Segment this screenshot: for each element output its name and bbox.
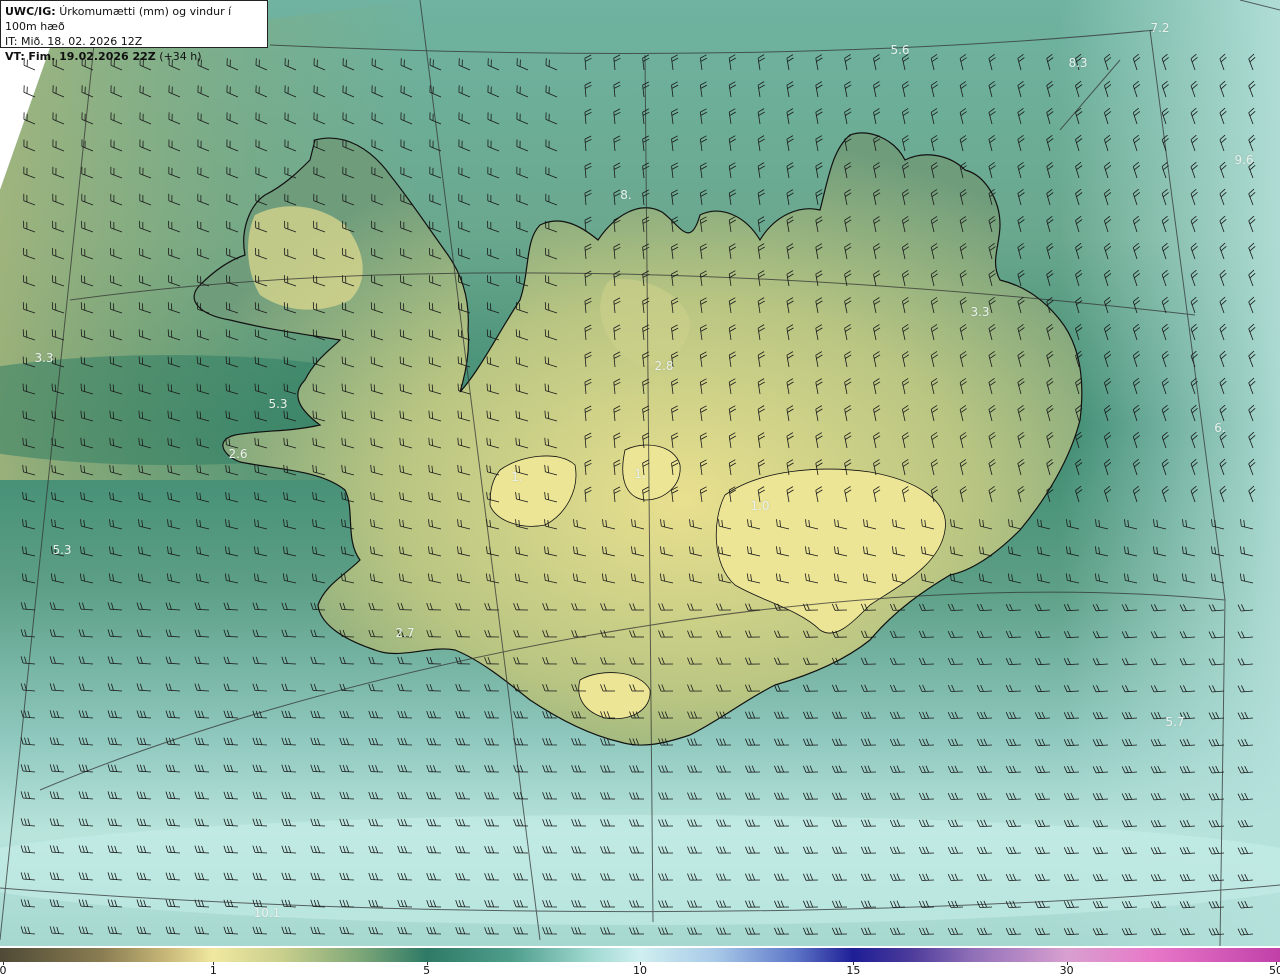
contour-label: 2.8: [654, 359, 674, 373]
contour-label: 1.: [634, 467, 646, 481]
contour-label: 3.3: [34, 351, 54, 365]
contour-label: 8.3: [1068, 56, 1088, 70]
colorbar: 0 1 5 10 15 30 50: [0, 946, 1280, 978]
valid-prefix: VT:: [5, 50, 25, 63]
header-line-3: VT: Fim. 19.02.2026 22Z (+34 h): [5, 49, 263, 64]
wind-barb: [23, 85, 36, 98]
info-box: UWC/IG: Úrkomumætti (mm) og vindur í 100…: [0, 0, 268, 63]
pale-band-south: [0, 815, 1280, 925]
contour-label: 8.: [620, 188, 632, 202]
contour-label: 2.6: [228, 447, 248, 461]
contour-label: 1.: [511, 470, 523, 484]
colorbar-tick-label: 1: [209, 964, 217, 977]
init-time: IT: Mið. 18. 02. 2026 12Z: [5, 35, 143, 48]
contour-label: 1.0: [750, 499, 770, 513]
colorbar-tick-label: 30: [1059, 964, 1074, 977]
colorbar-strip: [0, 948, 1280, 962]
contour-label: 5.7: [1165, 715, 1185, 729]
contour-label: 5.3: [52, 543, 72, 557]
colorbar-tick-label: 5: [423, 964, 431, 977]
east-field-shade: [1060, 0, 1280, 946]
contour-label: 7.2: [1150, 21, 1170, 35]
forecast-map: 5.6 7.2 8.3 9.6 8. 3.3 2.8 3.3 5.3 2.6 1. 1. 1.0 5.3 2…: [0, 0, 1280, 946]
colorbar-tick-label: 15: [846, 964, 861, 977]
contour-label: 10.1: [253, 906, 281, 920]
product-code: UWC/IG:: [5, 5, 56, 18]
contour-label: 3.3: [970, 305, 990, 319]
contour-label: 5.3: [268, 397, 288, 411]
contour-label: 2.7: [395, 626, 415, 640]
colorbar-tick-label: 10: [633, 964, 647, 977]
header-line-1: UWC/IG: Úrkomumætti (mm) og vindur í 100…: [5, 4, 263, 34]
valid-date: Fim. 19.02.2026 22Z: [28, 50, 156, 63]
colorbar-tick-label: 50: [1269, 964, 1280, 977]
contour-label: 6.: [1214, 421, 1226, 435]
contour-label: 9.6: [1234, 153, 1254, 167]
contour-label: 5.6: [890, 43, 910, 57]
valid-lead: (+34 h): [159, 50, 202, 63]
colorbar-tick-label: 0: [0, 964, 7, 977]
